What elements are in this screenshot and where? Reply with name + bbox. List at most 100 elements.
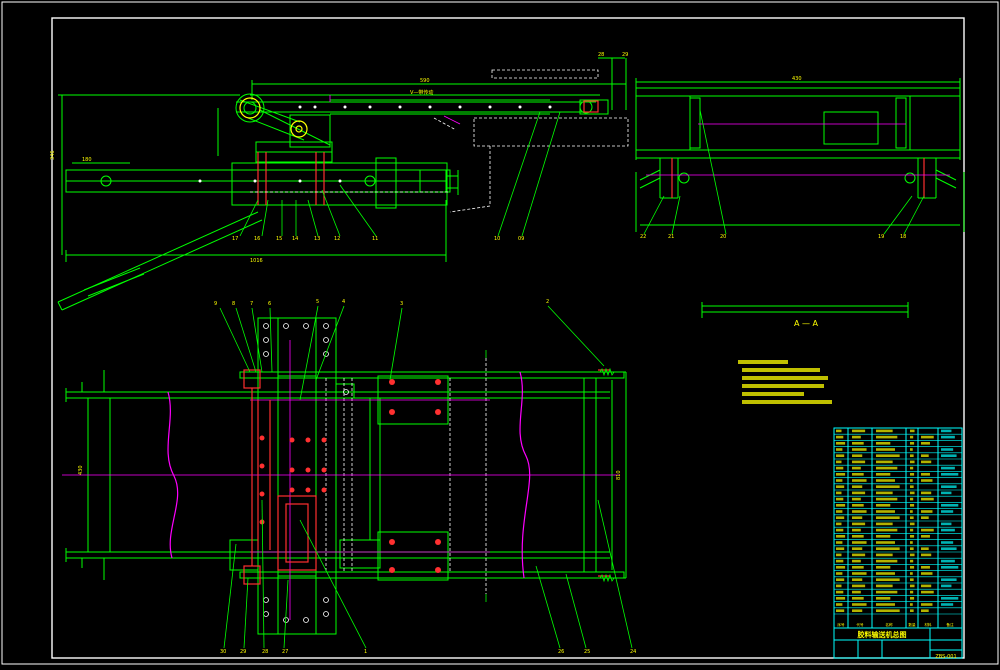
svg-text:17: 17 (232, 236, 238, 242)
table-cell-mark (836, 553, 842, 557)
svg-text:180: 180 (82, 157, 92, 163)
table-cell-mark (910, 528, 914, 532)
table-cell-mark (921, 510, 933, 513)
table-cell-mark (876, 435, 898, 439)
table-cell-mark (921, 535, 930, 538)
table-cell-mark (836, 497, 844, 501)
table-cell-mark (921, 584, 932, 588)
svg-text:590: 590 (420, 78, 430, 84)
table-cell-mark (852, 504, 864, 507)
svg-text:24: 24 (630, 649, 636, 655)
table-cell-mark (876, 528, 898, 532)
table-cell-mark (876, 547, 900, 550)
technical-notes (738, 360, 832, 404)
table-cell-mark (921, 603, 933, 606)
table-cell-mark (852, 429, 866, 433)
drawing-title: 胶料输送机总图 (858, 630, 907, 639)
table-cell-mark (876, 442, 891, 445)
table-cell-mark (941, 603, 954, 606)
table-cell-mark (852, 547, 863, 550)
table-cell-mark (921, 460, 932, 464)
svg-text:4: 4 (342, 299, 345, 305)
table-cell-mark (876, 491, 893, 495)
table-cell-mark (910, 466, 914, 470)
table-cell-mark (852, 584, 866, 588)
svg-text:3: 3 (400, 301, 403, 307)
table-cell-mark (941, 541, 954, 544)
table-cell-mark (836, 479, 843, 482)
table-cell-mark (836, 541, 843, 544)
table-cell-mark (941, 448, 954, 451)
svg-text:1016: 1016 (250, 258, 263, 264)
svg-text:22: 22 (640, 234, 646, 240)
table-cell-mark (910, 590, 914, 594)
table-cell-mark (876, 460, 893, 464)
table-cell-mark (836, 528, 844, 532)
table-header-row: 序号 代号 名称 数量 材料 备注 (837, 622, 954, 627)
table-cell-mark (876, 566, 891, 569)
table-cell-mark (910, 504, 915, 507)
table-cell-mark (941, 435, 955, 439)
table-cell-mark (876, 497, 898, 501)
table-cell-mark (876, 473, 891, 476)
side-view: 430 22 21 20 19 18 (635, 76, 965, 240)
table-cell-mark (941, 578, 957, 581)
table-cell-mark (910, 535, 915, 538)
header-no: 序号 (837, 622, 845, 627)
table-cell-mark (910, 609, 914, 612)
table-cell-mark (910, 547, 914, 550)
svg-text:09: 09 (518, 236, 524, 242)
table-cell-mark (876, 578, 900, 581)
table-cell-mark (921, 528, 934, 532)
table-cell-mark (876, 609, 900, 612)
table-cell-mark (876, 522, 893, 526)
table-cell-mark (852, 553, 866, 557)
header-name: 名称 (885, 622, 893, 627)
table-cell-mark (852, 541, 867, 544)
table-cell-mark (910, 473, 915, 476)
svg-text:2: 2 (546, 299, 549, 305)
svg-text:21: 21 (668, 234, 674, 240)
table-cell-mark (876, 553, 893, 557)
table-cell-mark (836, 466, 844, 470)
table-cell-mark (941, 559, 955, 563)
table-cell-mark (941, 522, 952, 526)
drawing-number: ZBS-001 (935, 654, 956, 660)
svg-text:7: 7 (250, 301, 253, 307)
table-cell-mark (876, 584, 893, 588)
svg-text:28: 28 (598, 52, 604, 58)
table-cell-mark (941, 597, 959, 600)
table-cell-mark (852, 442, 864, 445)
svg-text:15: 15 (276, 236, 282, 242)
table-cell-mark (921, 491, 932, 495)
table-cell-mark (910, 442, 915, 445)
table-cell-mark (910, 584, 915, 588)
table-cell-mark (852, 522, 866, 526)
table-cell-mark (910, 566, 915, 569)
table-cell-mark (836, 522, 842, 526)
table-cell-mark (836, 535, 846, 538)
table-cell-mark (910, 541, 913, 544)
table-cell-mark (852, 497, 861, 501)
svg-text:28: 28 (262, 649, 268, 655)
table-cell-mark (910, 603, 913, 606)
svg-text:14: 14 (292, 236, 298, 242)
table-cell-mark (910, 572, 913, 575)
table-cell-mark (836, 516, 845, 519)
table-cell-mark (876, 590, 898, 594)
table-cell-mark (852, 559, 861, 563)
table-cell-mark (876, 479, 895, 482)
table-cell-mark (836, 454, 845, 457)
plan-view: 9 8 7 6 5 4 3 2 30 29 28 27 1 26 25 24 430 810 (62, 299, 636, 655)
table-cell-mark (852, 479, 867, 482)
table-cell-mark (921, 454, 929, 457)
table-cell-mark (852, 510, 867, 513)
table-cell-mark (836, 590, 844, 594)
table-cell-mark (941, 566, 959, 569)
svg-text:26: 26 (558, 649, 564, 655)
table-cell-mark (910, 497, 914, 501)
table-cell-mark (852, 491, 866, 495)
table-cell-mark (852, 485, 863, 488)
table-cell-mark (836, 609, 845, 612)
table-cell-mark (876, 516, 900, 519)
